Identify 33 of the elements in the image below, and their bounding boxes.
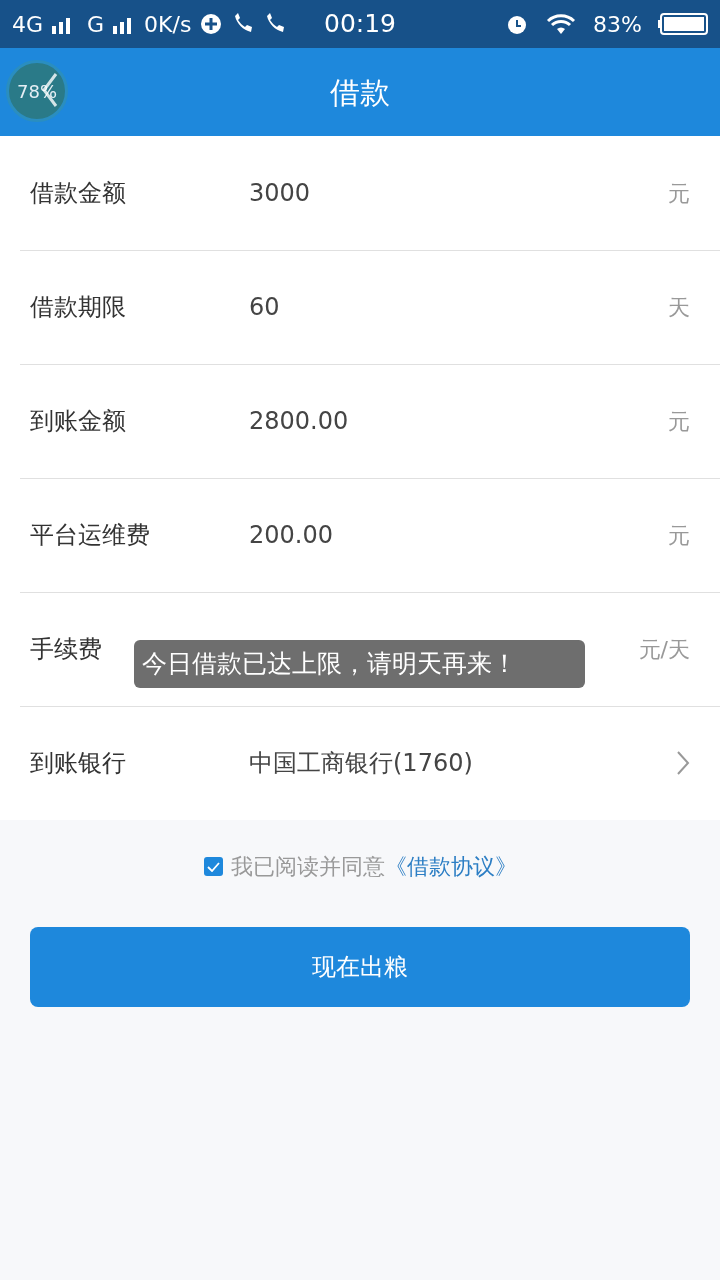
unit-label: 元/天 (638, 635, 690, 664)
field-label: 到账银行 (30, 749, 126, 777)
field-label: 借款期限 (30, 293, 126, 321)
field-label: 手续费 (30, 635, 102, 663)
field-value: 60 (249, 292, 281, 323)
check-icon (206, 861, 220, 872)
time-text: 00:19 (324, 8, 396, 41)
bank-selector[interactable]: 到账银行 中国工商银行(1760) (0, 706, 720, 820)
battery-text: 83% (593, 10, 642, 39)
network-label: G (87, 10, 105, 39)
toast-message: 今日借款已达上限，请明天再来！ (134, 640, 585, 688)
speed-text: 0K/s (144, 10, 192, 39)
battery-icon (658, 12, 708, 36)
field-label: 借款金额 (30, 179, 126, 207)
field-value: 2800.00 (249, 406, 350, 437)
agreement-link[interactable]: 《借款协议》 (384, 854, 517, 879)
agreement-text: 我已阅读并同意《借款协议》 (230, 853, 517, 881)
submit-button[interactable]: 现在出粮 (30, 927, 690, 1007)
unit-label: 天 (668, 293, 690, 322)
unit-label: 元 (668, 179, 690, 208)
agreement-checkbox[interactable] (203, 857, 223, 876)
field-value: 200.00 (249, 520, 334, 551)
field-value: 3000 (249, 178, 312, 209)
field-label: 到账金额 (30, 407, 126, 435)
page-title: 借款 (330, 73, 390, 112)
chevron-right-icon (676, 750, 690, 776)
field-label: 平台运维费 (30, 521, 150, 549)
field-value: 中国工商银行(1760) (249, 748, 474, 779)
unit-label: 元 (668, 521, 690, 550)
wifi-icon (545, 12, 578, 36)
network-label: 4G (12, 10, 44, 39)
plus-circle-icon (199, 12, 224, 36)
unit-label: 元 (668, 407, 690, 436)
